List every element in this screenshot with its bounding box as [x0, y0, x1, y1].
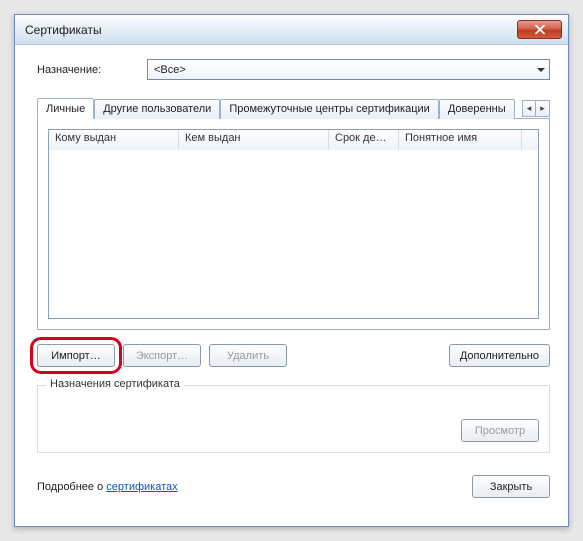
- close-icon: [535, 25, 545, 34]
- purpose-value: <Все>: [154, 64, 186, 76]
- tab-intermediate-ca[interactable]: Промежуточные центры сертификации: [220, 99, 438, 119]
- import-button[interactable]: Импорт…: [37, 344, 115, 367]
- tab-strip: Личные Другие пользователи Промежуточные…: [37, 94, 550, 118]
- triangle-left-icon: ◂: [527, 103, 532, 114]
- col-expires[interactable]: Срок де…: [329, 130, 399, 150]
- title-bar: Сертификаты: [15, 15, 568, 45]
- learn-more-text: Подробнее о сертификатах: [37, 481, 178, 493]
- col-friendly-name[interactable]: Понятное имя: [399, 130, 522, 150]
- window-title: Сертификаты: [25, 23, 102, 37]
- col-issued-to[interactable]: Кому выдан: [49, 130, 179, 150]
- tab-other-users[interactable]: Другие пользователи: [94, 99, 220, 119]
- delete-button[interactable]: Удалить: [209, 344, 287, 367]
- tab-panel: Кому выдан Кем выдан Срок де… Понятное и…: [37, 118, 550, 330]
- learn-more-link[interactable]: сертификатах: [106, 481, 177, 493]
- tab-trusted[interactable]: Доверенны: [439, 99, 515, 119]
- purpose-row: Назначение: <Все>: [37, 59, 550, 80]
- chevron-down-icon: [537, 68, 545, 72]
- dialog-footer: Подробнее о сертификатах Закрыть: [37, 475, 550, 498]
- purpose-dropdown[interactable]: <Все>: [147, 59, 550, 80]
- list-header: Кому выдан Кем выдан Срок де… Понятное и…: [49, 130, 538, 150]
- col-overflow[interactable]: [522, 130, 538, 150]
- purpose-label: Назначение:: [37, 64, 147, 76]
- action-button-row: Импорт… Экспорт… Удалить Дополнительно: [37, 344, 550, 367]
- certificate-list[interactable]: Кому выдан Кем выдан Срок де… Понятное и…: [48, 129, 539, 319]
- close-window-button[interactable]: [517, 20, 562, 39]
- tab-scroll-right-button[interactable]: ▸: [536, 100, 550, 117]
- tab-spinner: ◂ ▸: [522, 100, 550, 117]
- col-issued-by[interactable]: Кем выдан: [179, 130, 329, 150]
- tab-scroll-left-button[interactable]: ◂: [522, 100, 536, 117]
- cert-purposes-group: Назначения сертификата Просмотр: [37, 385, 550, 453]
- group-legend: Назначения сертификата: [46, 378, 184, 390]
- triangle-right-icon: ▸: [540, 103, 545, 114]
- certificates-dialog: Сертификаты Назначение: <Все> Личные Дру…: [14, 14, 569, 527]
- view-button[interactable]: Просмотр: [461, 419, 539, 442]
- close-button[interactable]: Закрыть: [472, 475, 550, 498]
- dialog-content: Назначение: <Все> Личные Другие пользова…: [15, 45, 568, 512]
- advanced-button[interactable]: Дополнительно: [449, 344, 550, 367]
- export-button[interactable]: Экспорт…: [123, 344, 201, 367]
- tab-personal[interactable]: Личные: [37, 98, 94, 119]
